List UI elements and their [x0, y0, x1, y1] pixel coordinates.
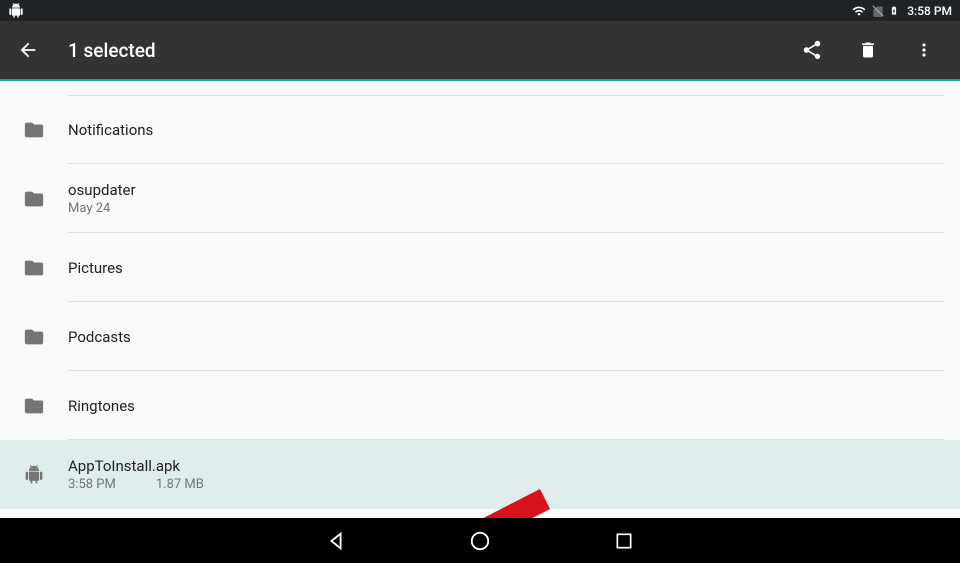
file-meta-date: May 24: [68, 201, 110, 216]
selection-count-title: 1 selected: [68, 39, 156, 62]
status-clock: 3:58 PM: [907, 4, 952, 18]
file-list[interactable]: Notifications osupdater May 24 Pictures …: [0, 81, 960, 518]
list-item[interactable]: osupdater May 24: [0, 164, 960, 233]
folder-icon: [16, 257, 52, 279]
action-bar: 1 selected: [0, 21, 960, 81]
status-bar: 3:58 PM: [0, 0, 960, 21]
folder-icon: [16, 395, 52, 417]
file-name: Pictures: [68, 259, 123, 277]
back-button[interactable]: [16, 38, 40, 62]
android-debug-icon: [8, 3, 24, 19]
list-item[interactable]: Ringtones: [0, 371, 960, 440]
file-name: Podcasts: [68, 328, 131, 346]
folder-icon: [16, 119, 52, 141]
status-left: [8, 3, 24, 19]
folder-icon: [16, 326, 52, 348]
overflow-menu-button[interactable]: [912, 38, 936, 62]
delete-button[interactable]: [856, 38, 880, 62]
list-item[interactable]: Notifications: [0, 95, 960, 164]
file-name: Notifications: [68, 121, 153, 139]
list-item[interactable]: AppToInstall.apk 3:58 PM 1.87 MB: [0, 440, 960, 509]
apk-icon: [16, 464, 52, 486]
file-name: Ringtones: [68, 397, 135, 415]
wifi-icon: [851, 4, 867, 18]
status-right: 3:58 PM: [851, 3, 952, 18]
folder-icon: [16, 188, 52, 210]
battery-charging-icon: [889, 3, 899, 18]
list-item[interactable]: Podcasts: [0, 302, 960, 371]
nav-home-button[interactable]: [468, 529, 492, 553]
share-button[interactable]: [800, 38, 824, 62]
list-item[interactable]: Pictures: [0, 233, 960, 302]
navigation-bar: [0, 518, 960, 563]
nav-back-button[interactable]: [324, 529, 348, 553]
nav-recents-button[interactable]: [612, 529, 636, 553]
file-meta-size: 1.87 MB: [156, 477, 204, 492]
no-sim-icon: [871, 4, 885, 18]
file-meta-time: 3:58 PM: [68, 477, 116, 492]
file-name: osupdater: [68, 181, 136, 199]
file-name: AppToInstall.apk: [68, 457, 204, 475]
